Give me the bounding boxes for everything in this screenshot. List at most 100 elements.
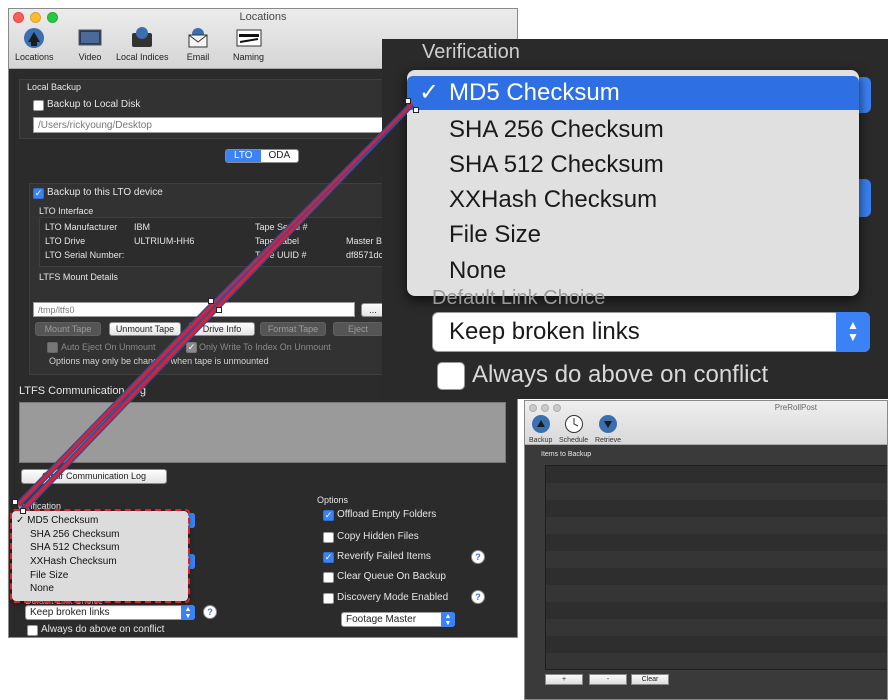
selection-handle[interactable]: [208, 298, 214, 304]
backup-type-segmented: LTO ODA: [225, 149, 300, 163]
mount-tape-button[interactable]: Mount Tape: [35, 322, 101, 336]
mount-path-field[interactable]: /tmp/ltfs0: [33, 302, 355, 317]
tape-serial-label: Tape Serial #: [255, 222, 308, 232]
prerollpost-window: PreRollPost Backup Schedule Retrieve Ite…: [524, 400, 888, 700]
clear-queue-checkbox[interactable]: [323, 572, 334, 583]
checkmark-icon: ✓: [419, 79, 440, 106]
toolbar-locations[interactable]: Locations: [15, 26, 54, 62]
clear-items-button[interactable]: Clear: [631, 674, 669, 685]
link-help-icon[interactable]: ?: [203, 605, 217, 619]
naming-icon: [236, 26, 262, 50]
selection-handle[interactable]: [413, 107, 419, 113]
zoom-always-conflict-label: Always do above on conflict: [472, 361, 769, 388]
zoom-item-sha256[interactable]: SHA 256 Checksum: [449, 116, 664, 144]
toolbar-retrieve[interactable]: Retrieve: [595, 414, 621, 444]
toolbar-naming[interactable]: Naming: [233, 26, 264, 62]
zoom-always-conflict-checkbox[interactable]: [437, 362, 465, 390]
selection-handle[interactable]: [216, 307, 222, 313]
always-conflict-label: Always do above on conflict: [41, 624, 165, 635]
zoom-verification-menu: ✓ MD5 Checksum SHA 256 Checksum SHA 512 C…: [407, 70, 859, 296]
drive-info-button[interactable]: Drive Info: [189, 322, 255, 336]
toolbar-video[interactable]: Video: [77, 26, 103, 62]
format-tape-button[interactable]: Format Tape: [260, 322, 326, 336]
toolbar-local-indices[interactable]: Local Indices: [116, 26, 169, 62]
prerollpost-toolbar: PreRollPost Backup Schedule Retrieve: [525, 401, 887, 445]
reverify-checkbox[interactable]: ✓: [323, 552, 334, 563]
always-conflict-checkbox[interactable]: [27, 625, 38, 636]
lto-backup-checkbox[interactable]: ✓: [33, 188, 44, 199]
zoom-item-md5[interactable]: ✓ MD5 Checksum: [407, 76, 859, 110]
options-title: Options: [317, 495, 349, 505]
lto-interface-title: LTO Interface: [39, 206, 94, 216]
write-index-label: Only Write To Index On Unmount: [199, 342, 331, 352]
auto-eject-label: Auto Eject On Unmount: [61, 342, 156, 352]
add-item-button[interactable]: +: [545, 674, 583, 685]
lto-backup-label: Backup to this LTO device: [47, 187, 163, 198]
zoom-verification-label: Verification: [422, 41, 520, 63]
minimize-icon[interactable]: [541, 404, 549, 412]
segment-lto[interactable]: LTO: [226, 150, 261, 162]
items-to-backup-list[interactable]: [545, 465, 887, 670]
prerollpost-title: PreRollPost: [774, 403, 817, 412]
tape-uuid-label: Tape UUID #: [255, 250, 307, 260]
serial-label: LTO Serial Number:: [45, 250, 125, 260]
reverify-label: Reverify Failed Items: [337, 551, 431, 562]
selection-handle[interactable]: [12, 499, 18, 505]
discovery-label: Discovery Mode Enabled: [337, 592, 449, 603]
discovery-help-icon[interactable]: ?: [471, 590, 485, 604]
video-icon: [77, 26, 103, 50]
log-textarea[interactable]: [19, 402, 506, 463]
segment-oda[interactable]: ODA: [260, 150, 299, 162]
hidden-files-checkbox[interactable]: [323, 532, 334, 543]
local-path-field[interactable]: /Users/rickyoung/Desktop: [33, 117, 393, 133]
local-disk-label: Backup to Local Disk: [47, 99, 141, 110]
offload-checkbox[interactable]: ✓: [323, 510, 334, 521]
manufacturer-value: IBM: [134, 222, 151, 232]
write-index-checkbox[interactable]: ✓: [186, 342, 197, 353]
clear-log-button[interactable]: Clear Communication Log: [21, 469, 167, 484]
master-label: Master B: [346, 236, 383, 246]
zoom-item-sha512[interactable]: SHA 512 Checksum: [449, 151, 664, 179]
highlight-outline: [10, 509, 190, 603]
toolbar-email[interactable]: Email: [185, 26, 211, 62]
tape-note: Options may only be changed when tape is…: [49, 356, 269, 366]
selection-handle[interactable]: [20, 508, 26, 514]
remove-item-button[interactable]: -: [589, 674, 627, 685]
local-indices-icon: [129, 26, 155, 50]
selection-handle[interactable]: [405, 98, 411, 104]
zoomed-verification-panel: Verification ✓ MD5 Checksum SHA 256 Check…: [382, 39, 888, 399]
zoom-item-filesize[interactable]: File Size: [449, 221, 541, 249]
reverify-help-icon[interactable]: ?: [471, 550, 485, 564]
zoom-link-choice-popup[interactable]: Keep broken links ▲ ▼: [432, 312, 870, 352]
window-title: Locations: [239, 11, 287, 23]
toolbar-backup[interactable]: Backup: [529, 414, 552, 444]
zoom-item-none[interactable]: None: [449, 257, 506, 285]
zoom-link-choice-label: Default Link Choice: [432, 287, 606, 309]
offload-label: Offload Empty Folders: [337, 509, 437, 520]
mount-details-title: LTFS Mount Details: [39, 272, 118, 282]
items-to-backup-title: Items to Backup: [541, 451, 592, 458]
toolbar-schedule[interactable]: Schedule: [559, 414, 588, 444]
zoom-icon[interactable]: [553, 404, 561, 412]
clear-queue-label: Clear Queue On Backup: [337, 571, 446, 582]
uuid-value: df8571dc: [346, 250, 384, 260]
close-icon[interactable]: [529, 404, 537, 412]
tape-label-label: Tape Label: [255, 236, 300, 246]
email-icon: [185, 26, 211, 50]
zoom-item-xxhash[interactable]: XXHash Checksum: [449, 186, 657, 214]
eject-button[interactable]: Eject: [333, 322, 383, 336]
discovery-checkbox[interactable]: [323, 593, 334, 604]
local-backup-title: Local Backup: [27, 82, 82, 92]
clock-icon: [564, 415, 583, 433]
mode-popup[interactable]: Footage Master ▲ ▼: [341, 612, 455, 627]
auto-eject-checkbox[interactable]: [47, 342, 58, 353]
local-disk-checkbox[interactable]: [33, 100, 44, 111]
retrieve-icon: [599, 415, 618, 433]
unmount-tape-button[interactable]: Unmount Tape: [109, 322, 181, 336]
backup-icon: [531, 415, 550, 433]
manufacturer-label: LTO Manufacturer: [45, 222, 118, 232]
locations-icon: [21, 26, 47, 50]
drive-label: LTO Drive: [45, 236, 86, 246]
link-choice-popup[interactable]: Keep broken links ▲ ▼: [25, 605, 195, 620]
hidden-files-label: Copy Hidden Files: [337, 531, 419, 542]
